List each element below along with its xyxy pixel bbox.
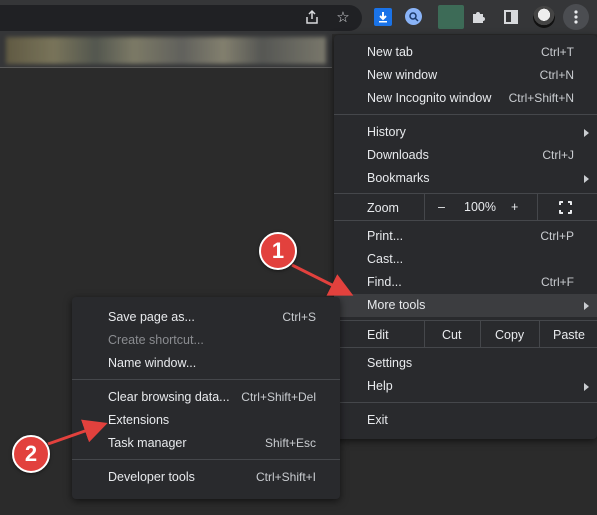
annotation-arrows xyxy=(47,263,354,446)
callout-badge-2: 2 xyxy=(12,435,50,473)
arrow-to-extensions xyxy=(47,419,108,446)
callout-badge-1: 1 xyxy=(259,232,297,270)
arrow-to-more-tools xyxy=(291,263,354,296)
